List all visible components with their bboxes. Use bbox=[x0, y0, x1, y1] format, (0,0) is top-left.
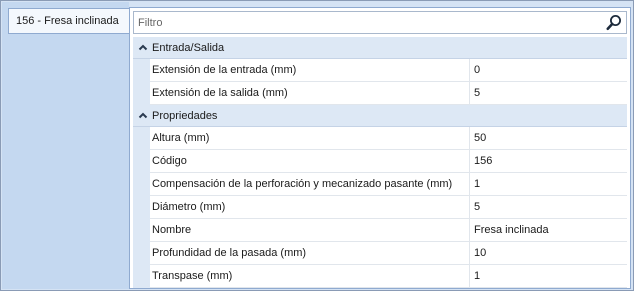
property-grid: Entrada/Salida Extensión de la entrada (… bbox=[133, 37, 627, 288]
property-value[interactable]: 1 bbox=[470, 265, 627, 288]
property-value[interactable]: 156 bbox=[470, 150, 627, 173]
property-value[interactable]: 10 bbox=[470, 242, 627, 265]
property-name: Transpase (mm) bbox=[150, 265, 470, 288]
filter-input[interactable] bbox=[134, 12, 604, 33]
property-name: Código bbox=[150, 150, 470, 173]
row-gutter bbox=[133, 219, 150, 242]
collapse-chevron-icon[interactable] bbox=[137, 41, 149, 54]
category-header-entrada-salida[interactable]: Entrada/Salida bbox=[133, 37, 627, 59]
property-name: Altura (mm) bbox=[150, 127, 470, 150]
property-value[interactable]: 0 bbox=[470, 59, 627, 82]
row-gutter bbox=[133, 150, 150, 173]
property-value[interactable]: 50 bbox=[470, 127, 627, 150]
row-gutter bbox=[133, 82, 150, 105]
property-row[interactable]: Altura (mm) 50 bbox=[133, 127, 627, 150]
filter-box bbox=[133, 11, 627, 34]
row-gutter bbox=[133, 196, 150, 219]
property-value[interactable]: 1 bbox=[470, 173, 627, 196]
property-row[interactable]: Transpase (mm) 1 bbox=[133, 265, 627, 288]
row-gutter bbox=[133, 173, 150, 196]
category-label: Propriedades bbox=[152, 110, 218, 122]
item-tab-selected[interactable]: 156 - Fresa inclinada bbox=[8, 8, 129, 34]
property-row[interactable]: Nombre Fresa inclinada bbox=[133, 219, 627, 242]
row-gutter bbox=[133, 59, 150, 82]
property-row[interactable]: Diámetro (mm) 5 bbox=[133, 196, 627, 219]
collapse-chevron-icon[interactable] bbox=[137, 109, 149, 122]
property-name: Profundidad de la pasada (mm) bbox=[150, 242, 470, 265]
property-row[interactable]: Compensación de la perforación y mecaniz… bbox=[133, 173, 627, 196]
property-value[interactable]: 5 bbox=[470, 82, 627, 105]
property-value[interactable]: Fresa inclinada bbox=[470, 219, 627, 242]
property-value[interactable]: 5 bbox=[470, 196, 627, 219]
row-gutter bbox=[133, 127, 150, 150]
search-icon[interactable] bbox=[606, 14, 622, 31]
property-name: Nombre bbox=[150, 219, 470, 242]
property-name: Extensión de la entrada (mm) bbox=[150, 59, 470, 82]
property-row[interactable]: Código 156 bbox=[133, 150, 627, 173]
property-name: Diámetro (mm) bbox=[150, 196, 470, 219]
property-row[interactable]: Extensión de la entrada (mm) 0 bbox=[133, 59, 627, 82]
row-gutter bbox=[133, 265, 150, 288]
category-label: Entrada/Salida bbox=[152, 42, 225, 54]
property-name: Extensión de la salida (mm) bbox=[150, 82, 470, 105]
property-row[interactable]: Extensión de la salida (mm) 5 bbox=[133, 82, 627, 105]
property-grid-panel: Entrada/Salida Extensión de la entrada (… bbox=[129, 7, 631, 289]
item-list-panel: 156 - Fresa inclinada bbox=[2, 2, 129, 289]
property-row[interactable]: Profundidad de la pasada (mm) 10 bbox=[133, 242, 627, 265]
category-header-propriedades[interactable]: Propriedades bbox=[133, 105, 627, 127]
properties-window: 156 - Fresa inclinada Entrada/Salida Ext… bbox=[0, 0, 634, 291]
row-gutter bbox=[133, 242, 150, 265]
property-name: Compensación de la perforación y mecaniz… bbox=[150, 173, 470, 196]
